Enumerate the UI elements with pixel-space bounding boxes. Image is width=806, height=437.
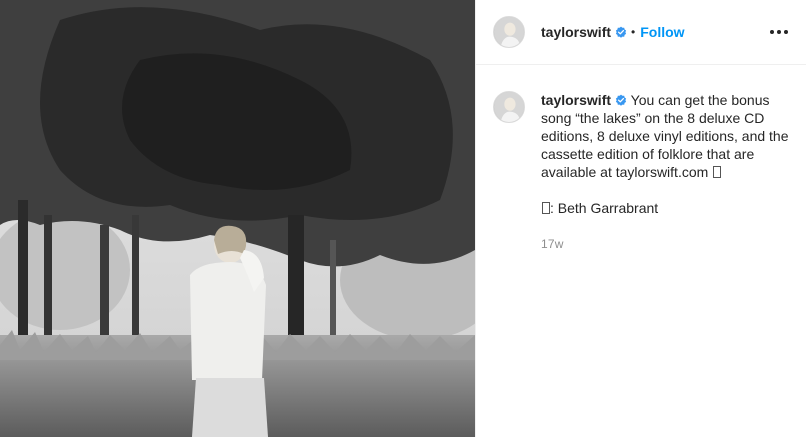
emoji-placeholder-icon — [713, 166, 722, 178]
caption-avatar[interactable] — [493, 91, 525, 123]
caption-text-block: taylorswift You can get the bonus song “… — [541, 91, 790, 181]
follow-button[interactable]: Follow — [640, 24, 684, 40]
credit-text: : Beth Garrabrant — [550, 200, 659, 216]
photo-credit: : Beth Garrabrant — [541, 199, 790, 217]
caption-username[interactable]: taylorswift — [541, 92, 611, 108]
instagram-post: taylorswift • Follow taylorswift You can… — [0, 0, 806, 437]
post-header: taylorswift • Follow — [476, 0, 806, 65]
post-timestamp[interactable]: 17w — [541, 235, 790, 253]
separator-dot: • — [631, 25, 636, 39]
caption-row: taylorswift You can get the bonus song “… — [476, 65, 806, 253]
post-username[interactable]: taylorswift — [541, 24, 611, 40]
verified-badge-icon — [615, 26, 627, 38]
camera-emoji-icon — [542, 202, 550, 214]
avatar-image — [494, 92, 524, 122]
avatar-image — [494, 17, 524, 47]
more-options-icon[interactable] — [768, 24, 790, 40]
user-avatar[interactable] — [493, 16, 525, 48]
verified-badge-icon — [615, 94, 627, 106]
photo-illustration — [0, 0, 475, 437]
caption-body: taylorswift You can get the bonus song “… — [541, 91, 790, 253]
post-sidebar: taylorswift • Follow taylorswift You can… — [475, 0, 806, 437]
post-photo[interactable] — [0, 0, 475, 437]
